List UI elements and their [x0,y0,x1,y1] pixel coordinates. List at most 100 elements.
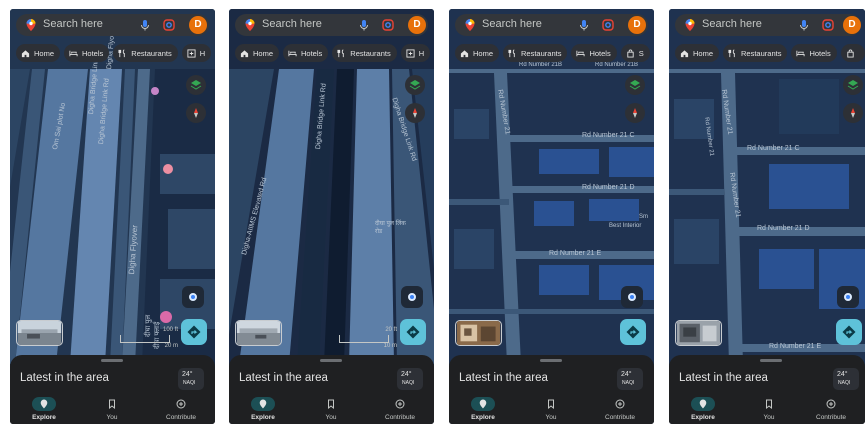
layers-button[interactable] [186,75,206,95]
chip-more[interactable]: S [620,44,650,62]
lens-icon[interactable] [381,18,395,32]
nav-you[interactable]: You [517,394,585,424]
layers-button[interactable] [405,75,425,95]
directions-button[interactable] [400,319,426,345]
weather-widget[interactable]: 24° NAQI [178,368,204,390]
search-bar[interactable]: Search here D [675,14,861,36]
mic-icon[interactable] [797,18,811,32]
poi-label[interactable]: Sm [639,214,648,220]
nav-you[interactable]: You [78,394,146,424]
avatar[interactable]: D [843,16,861,34]
drag-handle[interactable] [760,359,782,362]
search-bar[interactable]: Search here D [235,14,428,36]
map-scale: 20 ft 10 m [339,327,397,351]
weather-widget[interactable]: 24° NAQI [397,368,423,390]
shopping-bag-icon [627,49,634,58]
sheet-title: Latest in the area [239,372,328,384]
poi-label[interactable]: Best Interior [609,223,641,229]
my-location-button[interactable] [401,286,423,308]
bookmark-icon [328,399,334,409]
fork-knife-icon [337,48,345,57]
compass-icon [633,108,637,118]
chip-restaurants[interactable]: Restaurants [332,44,397,62]
my-location-button[interactable] [182,286,204,308]
nav-explore[interactable]: Explore [669,394,737,424]
layers-icon [847,80,859,90]
directions-icon [406,325,420,339]
category-chips: Home Hotels Restaurants H [16,44,215,64]
nav-contribute[interactable]: Contribute [366,394,434,424]
chip-home[interactable]: Home [235,44,280,62]
street-view-thumbnail[interactable] [235,320,282,346]
search-input[interactable]: Search here [43,18,103,30]
phone-screen-4: Rd Number 21 Rd Number 21 C Rd Number 21… [669,9,865,424]
compass-button[interactable] [625,103,645,123]
avatar[interactable]: D [628,16,646,34]
directions-button[interactable] [181,319,207,345]
street-view-thumbnail[interactable] [455,320,502,346]
compass-button[interactable] [405,103,425,123]
nav-you[interactable]: You [735,394,803,424]
temperature: 24° [621,371,632,378]
layers-button[interactable] [843,75,863,95]
chip-restaurants[interactable]: Restaurants [503,44,568,62]
my-location-button[interactable] [621,286,643,308]
chip-hotels[interactable]: Hotels [283,44,329,62]
my-location-button[interactable] [837,286,859,308]
search-bar[interactable]: Search here D [16,14,209,36]
weather-widget[interactable]: 24° NAQI [617,368,643,390]
chip-more[interactable]: H [181,44,212,62]
location-dot-icon [628,293,636,301]
avatar[interactable]: D [408,16,426,34]
search-input[interactable]: Search here [262,18,322,30]
search-input[interactable]: Search here [482,18,542,30]
chip-home[interactable]: Home [455,44,500,62]
lens-icon[interactable] [601,18,615,32]
bed-icon [796,50,806,56]
directions-button[interactable] [836,319,862,345]
location-dot-icon [408,293,416,301]
add-circle-icon [826,399,836,409]
chip-hotels[interactable]: Hotels [64,44,110,62]
nav-explore[interactable]: Explore [10,394,78,424]
lens-icon[interactable] [821,18,835,32]
drag-handle[interactable] [101,359,123,362]
compass-button[interactable] [843,103,863,123]
weather-widget[interactable]: 24° NAQI [833,368,859,390]
chip-home[interactable]: Home [675,44,720,62]
street-view-thumbnail[interactable] [16,320,63,346]
nav-contribute[interactable]: Contribute [147,394,215,424]
nav-contribute[interactable]: Contribute [586,394,654,424]
chip-restaurants[interactable]: Restaurants [723,44,788,62]
search-input[interactable]: Search here [702,18,762,30]
home-icon [240,49,249,57]
bed-icon [288,50,297,56]
mic-icon[interactable] [357,18,371,32]
chip-hotels[interactable]: Hotels [571,44,617,62]
avatar[interactable]: D [189,16,207,34]
mic-icon[interactable] [577,18,591,32]
nav-explore[interactable]: Explore [229,394,297,424]
road-label: Rd Number 21 E [549,250,602,257]
bottom-navigation: Explore You Contribute [669,394,865,424]
nav-explore[interactable]: Explore [449,394,517,424]
bookmark-icon [548,399,554,409]
mic-icon[interactable] [138,18,152,32]
street-view-thumbnail[interactable] [675,320,722,346]
chip-hotels[interactable]: Hotels [791,44,837,62]
drag-handle[interactable] [540,359,562,362]
search-bar[interactable]: Search here D [455,14,648,36]
chip-home[interactable]: Home [16,44,61,62]
chip-more[interactable]: H [400,44,431,62]
shopping-bag-icon [847,49,854,58]
nav-you[interactable]: You [297,394,365,424]
chip-more[interactable] [840,44,865,62]
layers-button[interactable] [625,75,645,95]
drag-handle[interactable] [320,359,342,362]
lens-icon[interactable] [162,18,176,32]
compass-button[interactable] [186,103,206,123]
directions-button[interactable] [620,319,646,345]
temperature: 24° [182,371,193,378]
chip-restaurants[interactable]: Restaurants [113,44,178,62]
nav-contribute[interactable]: Contribute [797,394,865,424]
